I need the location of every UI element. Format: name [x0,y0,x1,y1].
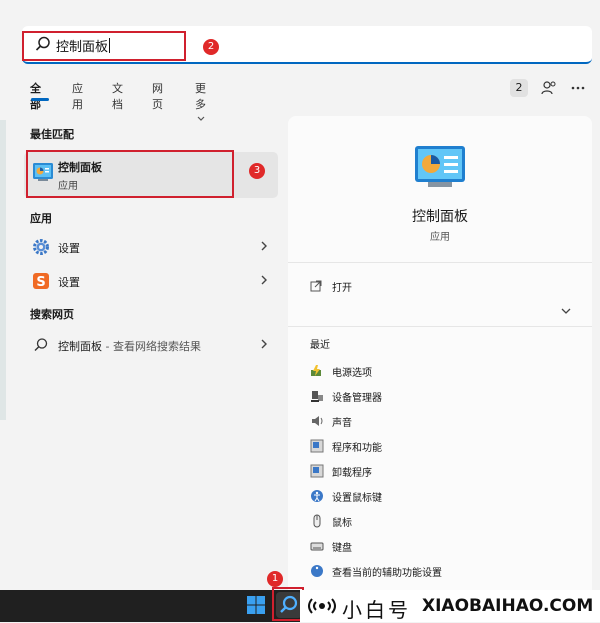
control-panel-large-icon [415,146,465,187]
search-icon [34,338,48,351]
recent-item-uninstall[interactable]: 卸载程序 [310,462,580,484]
app-item-label: 设置 [58,242,80,255]
recent-item-label: 设备管理器 [332,393,382,404]
broadcast-icon [308,598,336,614]
web-search-term: 控制面板 [58,340,102,353]
power-options-icon [311,365,321,376]
divider [288,326,592,327]
recent-item-label: 查看当前的辅助功能设置 [332,568,442,579]
start-search-panel: 控制面板 2 全部 应用 文档 网页 更多 2 最佳匹配 控制面板 应用 3 应… [0,0,600,590]
tab-documents[interactable]: 文档 [112,80,123,112]
watermark-cn: 小白号 [342,598,411,622]
recent-item-mouse-keys[interactable]: 设置鼠标键 [310,487,580,509]
recent-item-label: 声音 [332,418,352,429]
keyboard-icon [310,542,324,551]
best-match-heading: 最佳匹配 [30,128,74,141]
tab-more-label: 更多 [195,82,206,111]
annotation-badge-taskbar: 1 [267,571,283,587]
recent-item-accessibility-settings[interactable]: 查看当前的辅助功能设置 [310,562,580,584]
background-strip [0,120,6,420]
app-item-label: 设置 [58,276,80,289]
chevron-down-icon [197,116,205,121]
account-switch-icon[interactable] [541,80,557,96]
tab-all[interactable]: 全部 [30,80,41,112]
programs-icon [310,439,324,453]
watermark-en: XIAOBAIHAO.COM [422,596,594,616]
highlight-box-search [22,31,186,61]
svg-text:S: S [36,275,45,290]
tab-more[interactable]: 更多 [195,80,206,125]
open-label: 打开 [332,283,352,294]
speaker-icon [312,416,323,426]
recent-item-label: 程序和功能 [332,443,382,454]
highlight-box-best-match [26,150,234,198]
recent-item-mouse[interactable]: 鼠标 [310,512,580,534]
app-item-settings-2[interactable]: S 设置 [24,266,278,296]
open-external-icon [310,280,322,292]
chevron-right-icon [261,241,267,251]
recent-item-device-manager[interactable]: 设备管理器 [310,387,580,409]
app-item-settings-1[interactable]: 设置 [24,232,278,262]
accessibility-icon [311,565,323,577]
result-count-badge: 2 [510,79,528,97]
annotation-badge-best-match: 3 [249,163,265,179]
recent-item-power-options[interactable]: 电源选项 [310,362,580,384]
recent-item-sound[interactable]: 声音 [310,412,580,434]
detail-subtitle: 应用 [430,232,450,243]
web-search-item[interactable]: 控制面板 - 查看网络搜索结果 [24,330,278,360]
chevron-right-icon [261,275,267,285]
divider [288,262,592,263]
recent-item-label: 设置鼠标键 [332,493,382,504]
sogou-s-icon: S [33,273,49,290]
apps-heading: 应用 [30,212,52,225]
device-manager-icon [311,391,323,402]
chevron-down-icon[interactable] [560,306,572,316]
recent-item-label: 电源选项 [332,368,372,379]
recent-item-keyboard[interactable]: 键盘 [310,537,580,559]
watermark-brand: 小白号 XIAOBAIHAO.COM [300,590,600,622]
tab-all-indicator [31,98,49,101]
mouse-icon [313,514,321,528]
windows-start-icon[interactable] [246,595,266,615]
recent-item-programs-features[interactable]: 程序和功能 [310,437,580,459]
tab-apps[interactable]: 应用 [72,80,83,112]
detail-pane: 控制面板 应用 打开 最近 电源选项 设备管理器 声音 程序和功能 卸载程序 设… [288,116,592,590]
recent-heading: 最近 [310,340,330,351]
recent-item-label: 鼠标 [332,518,352,529]
chevron-right-icon [261,339,267,349]
recent-item-label: 卸载程序 [332,468,372,479]
web-search-heading: 搜索网页 [30,308,74,321]
annotation-badge-search: 2 [203,39,219,55]
gear-icon [33,239,49,255]
web-search-suffix: - 查看网络搜索结果 [102,340,201,353]
more-options-icon[interactable] [570,80,586,96]
uninstall-icon [310,464,324,478]
recent-item-label: 键盘 [332,543,352,554]
accessibility-icon [311,490,323,502]
tab-web[interactable]: 网页 [152,80,163,112]
web-search-label: 控制面板 - 查看网络搜索结果 [58,338,201,354]
detail-title: 控制面板 [412,209,468,225]
